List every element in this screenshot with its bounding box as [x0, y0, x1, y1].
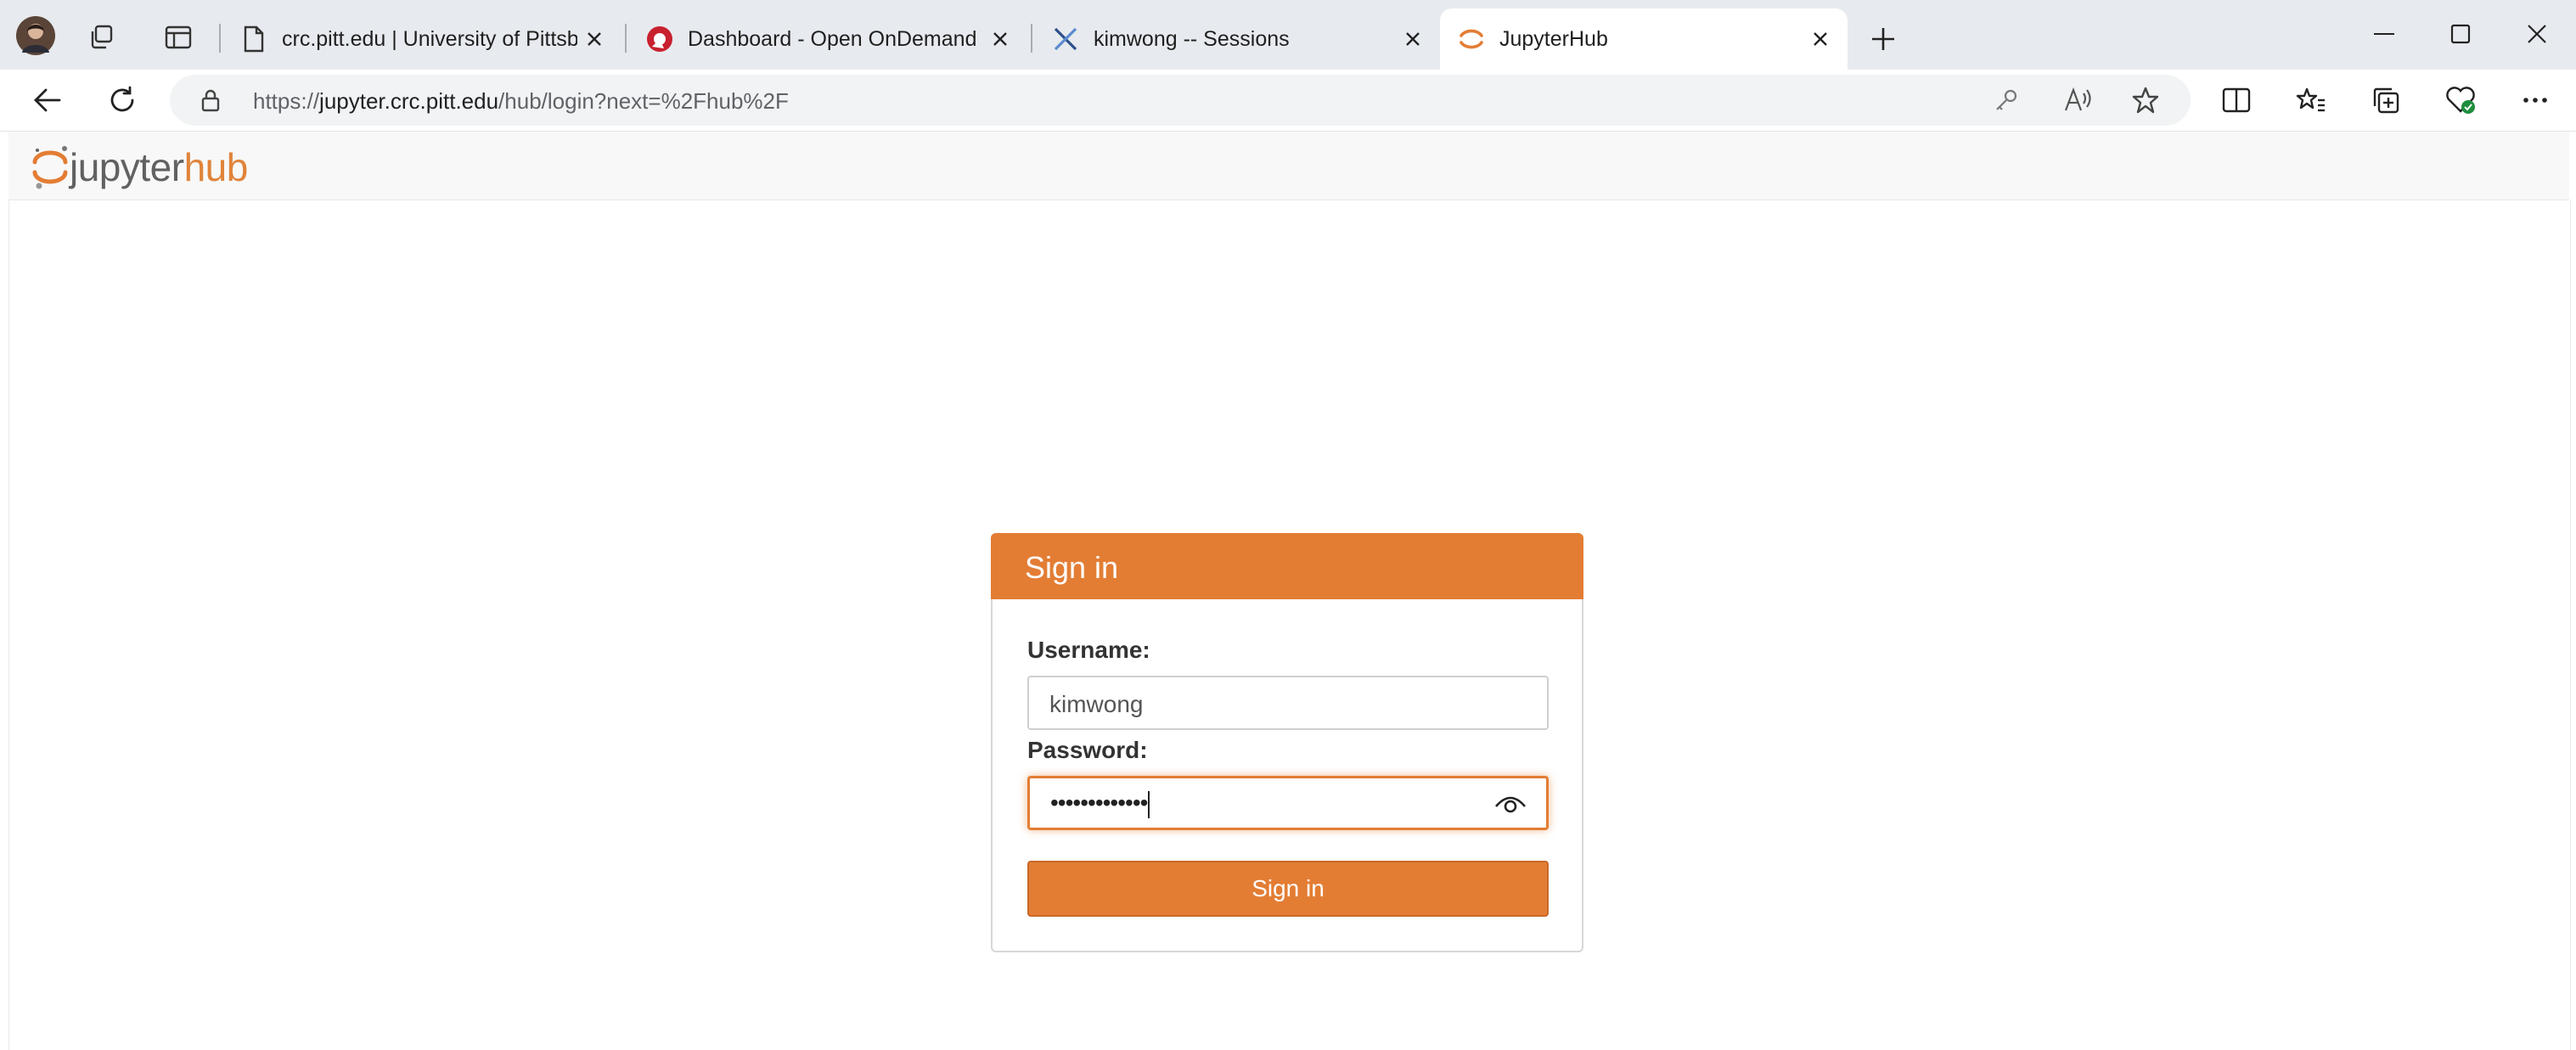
- text-caret: [1148, 790, 1150, 818]
- username-value: kimwong: [1049, 691, 1144, 717]
- close-tab-icon[interactable]: [983, 22, 1017, 56]
- url-host: jupyter.crc.pitt.edu: [319, 88, 499, 114]
- tab-open-ondemand[interactable]: Dashboard - Open OnDemand: [628, 10, 1027, 68]
- tab-actions-icon[interactable]: [161, 20, 195, 54]
- browser-essentials-icon[interactable]: [2440, 80, 2481, 121]
- close-tab-icon[interactable]: [1396, 22, 1430, 56]
- show-password-icon[interactable]: [1493, 791, 1527, 817]
- close-tab-icon[interactable]: [1803, 22, 1837, 56]
- profile-avatar[interactable]: [15, 15, 56, 56]
- tab-xdmod-sessions[interactable]: kimwong -- Sessions: [1034, 10, 1440, 68]
- tab-title: crc.pitt.edu | University of Pittsbur: [282, 26, 577, 51]
- page-icon: [239, 25, 268, 53]
- password-value: •••••••••••••: [1050, 789, 1150, 818]
- login-title: Sign in: [1025, 550, 1119, 585]
- favorites-icon[interactable]: [2291, 80, 2331, 121]
- sign-in-button[interactable]: Sign in: [1027, 861, 1549, 917]
- password-mask: •••••••••••••: [1050, 789, 1148, 816]
- refresh-icon[interactable]: [102, 80, 143, 121]
- password-input[interactable]: •••••••••••••: [1027, 776, 1549, 830]
- tab-separator: [219, 24, 221, 53]
- new-tab-icon[interactable]: [1865, 20, 1902, 58]
- wordmark-hub: hub: [183, 145, 249, 189]
- workspaces-icon[interactable]: [85, 20, 119, 54]
- jupyter-logo-icon: [32, 146, 68, 189]
- url-path: /hub/login?next=%2Fhub%2F: [498, 88, 789, 114]
- tab-separator: [1031, 24, 1032, 53]
- username-input[interactable]: kimwong: [1027, 676, 1549, 730]
- username-label: Username:: [1027, 637, 1150, 663]
- tab-separator: [625, 24, 627, 53]
- password-label: Password:: [1027, 737, 1148, 763]
- more-options-icon[interactable]: [2515, 80, 2556, 121]
- wordmark-jupyter: jupyter: [70, 145, 184, 189]
- favorite-star-icon[interactable]: [2131, 86, 2160, 119]
- lock-icon[interactable]: [200, 88, 221, 116]
- browser-toolbar: https://jupyter.crc.pitt.edu/hub/login?n…: [0, 70, 2576, 132]
- back-icon[interactable]: [27, 80, 68, 121]
- jupyter-icon: [1457, 25, 1486, 53]
- tab-crc[interactable]: crc.pitt.edu | University of Pittsbur: [222, 10, 622, 68]
- minimize-icon[interactable]: [2359, 14, 2410, 54]
- tab-jupyterhub[interactable]: JupyterHub: [1440, 8, 1848, 70]
- xdmod-icon: [1051, 25, 1080, 53]
- address-bar[interactable]: https://jupyter.crc.pitt.edu/hub/login?n…: [170, 75, 2191, 126]
- maximize-icon[interactable]: [2435, 14, 2486, 54]
- key-icon[interactable]: [1994, 87, 2019, 117]
- url-text: https://jupyter.crc.pitt.edu/hub/login?n…: [253, 88, 789, 115]
- read-aloud-icon[interactable]: [2063, 87, 2092, 118]
- tab-title: kimwong -- Sessions: [1094, 26, 1290, 51]
- login-panel: Sign in Username: kimwong Password: ••••…: [991, 533, 1583, 952]
- collections-icon[interactable]: [2365, 80, 2406, 121]
- split-screen-icon[interactable]: [2216, 80, 2257, 121]
- jupyterhub-logo[interactable]: jupyterhub: [31, 142, 248, 193]
- jupyterhub-header: jupyterhub: [8, 132, 2569, 200]
- url-scheme: https://: [253, 88, 320, 114]
- jupyterhub-wordmark: jupyterhub: [70, 144, 248, 190]
- tab-title: JupyterHub: [1499, 26, 1608, 51]
- tab-title: Dashboard - Open OnDemand: [688, 26, 977, 51]
- login-panel-header: Sign in: [991, 533, 1583, 599]
- close-window-icon[interactable]: [2511, 14, 2562, 54]
- browser-tab-strip: crc.pitt.edu | University of Pittsbur Da…: [0, 0, 2576, 70]
- close-tab-icon[interactable]: [577, 22, 611, 56]
- open-ondemand-icon: [645, 25, 674, 53]
